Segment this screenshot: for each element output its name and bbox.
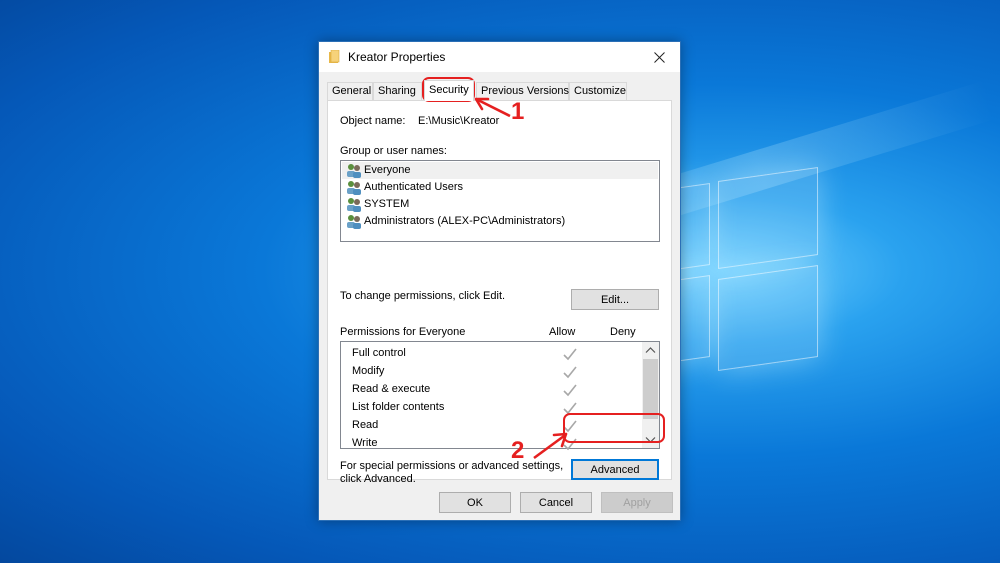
arrow-icon (474, 97, 511, 118)
permission-name: Write (352, 437, 378, 449)
table-row: Full control (352, 347, 642, 365)
tab-sharing[interactable]: Sharing (373, 82, 422, 100)
user-name: Administrators (ALEX-PC\Administrators) (364, 215, 566, 227)
user-name: Authenticated Users (364, 181, 464, 193)
deny-header: Deny (610, 326, 636, 338)
users-icon (347, 215, 361, 229)
permission-name: Read (352, 419, 379, 431)
cancel-button[interactable]: Cancel (520, 492, 592, 513)
edit-button[interactable]: Edit... (571, 289, 659, 310)
list-item[interactable]: SYSTEM (342, 196, 658, 213)
group-label: Group or user names: (340, 145, 447, 157)
table-row: Read & execute (352, 383, 642, 401)
scrollbar-thumb[interactable] (643, 359, 658, 419)
arrow-icon (533, 432, 568, 460)
table-row: Modify (352, 365, 642, 383)
permission-name: Modify (352, 365, 385, 377)
object-name-label: Object name: (340, 115, 406, 127)
permissions-for-label: Permissions for Everyone (340, 326, 466, 338)
folder-icon (329, 50, 340, 63)
advanced-button-highlight (563, 413, 665, 443)
users-icon (347, 164, 361, 178)
users-icon (347, 181, 361, 195)
close-icon (653, 51, 665, 63)
tab-security[interactable]: Security (424, 80, 474, 101)
list-item[interactable]: Everyone (342, 162, 658, 179)
tab-customize[interactable]: Customize (569, 82, 627, 100)
tab-general[interactable]: General (327, 82, 373, 100)
step-number-2: 2 (511, 437, 525, 464)
permission-name: Read & execute (352, 383, 431, 395)
users-icon (347, 198, 361, 212)
change-hint: To change permissions, click Edit. (340, 290, 506, 302)
list-item[interactable]: Authenticated Users (342, 179, 658, 196)
apply-button[interactable]: Apply (601, 492, 673, 513)
ok-button[interactable]: OK (439, 492, 511, 513)
step-number-1: 1 (511, 98, 525, 125)
check-icon (563, 348, 577, 361)
window-title: Kreator Properties (348, 50, 446, 64)
special-hint-line2: click Advanced. (340, 473, 416, 485)
allow-header: Allow (549, 326, 576, 338)
user-name: SYSTEM (364, 198, 410, 210)
close-button[interactable] (638, 42, 680, 72)
check-icon (563, 384, 577, 397)
title-bar: Kreator Properties (319, 42, 680, 72)
list-item[interactable]: Administrators (ALEX-PC\Administrators) (342, 213, 658, 230)
permission-name: List folder contents (352, 401, 445, 413)
user-name: Everyone (364, 164, 411, 176)
chevron-up-icon[interactable] (645, 346, 656, 354)
user-list[interactable]: Everyone Authenticated Users SYSTEM Admi… (340, 160, 660, 242)
permission-name: Full control (352, 347, 406, 359)
advanced-button[interactable]: Advanced (571, 459, 659, 480)
check-icon (563, 366, 577, 379)
